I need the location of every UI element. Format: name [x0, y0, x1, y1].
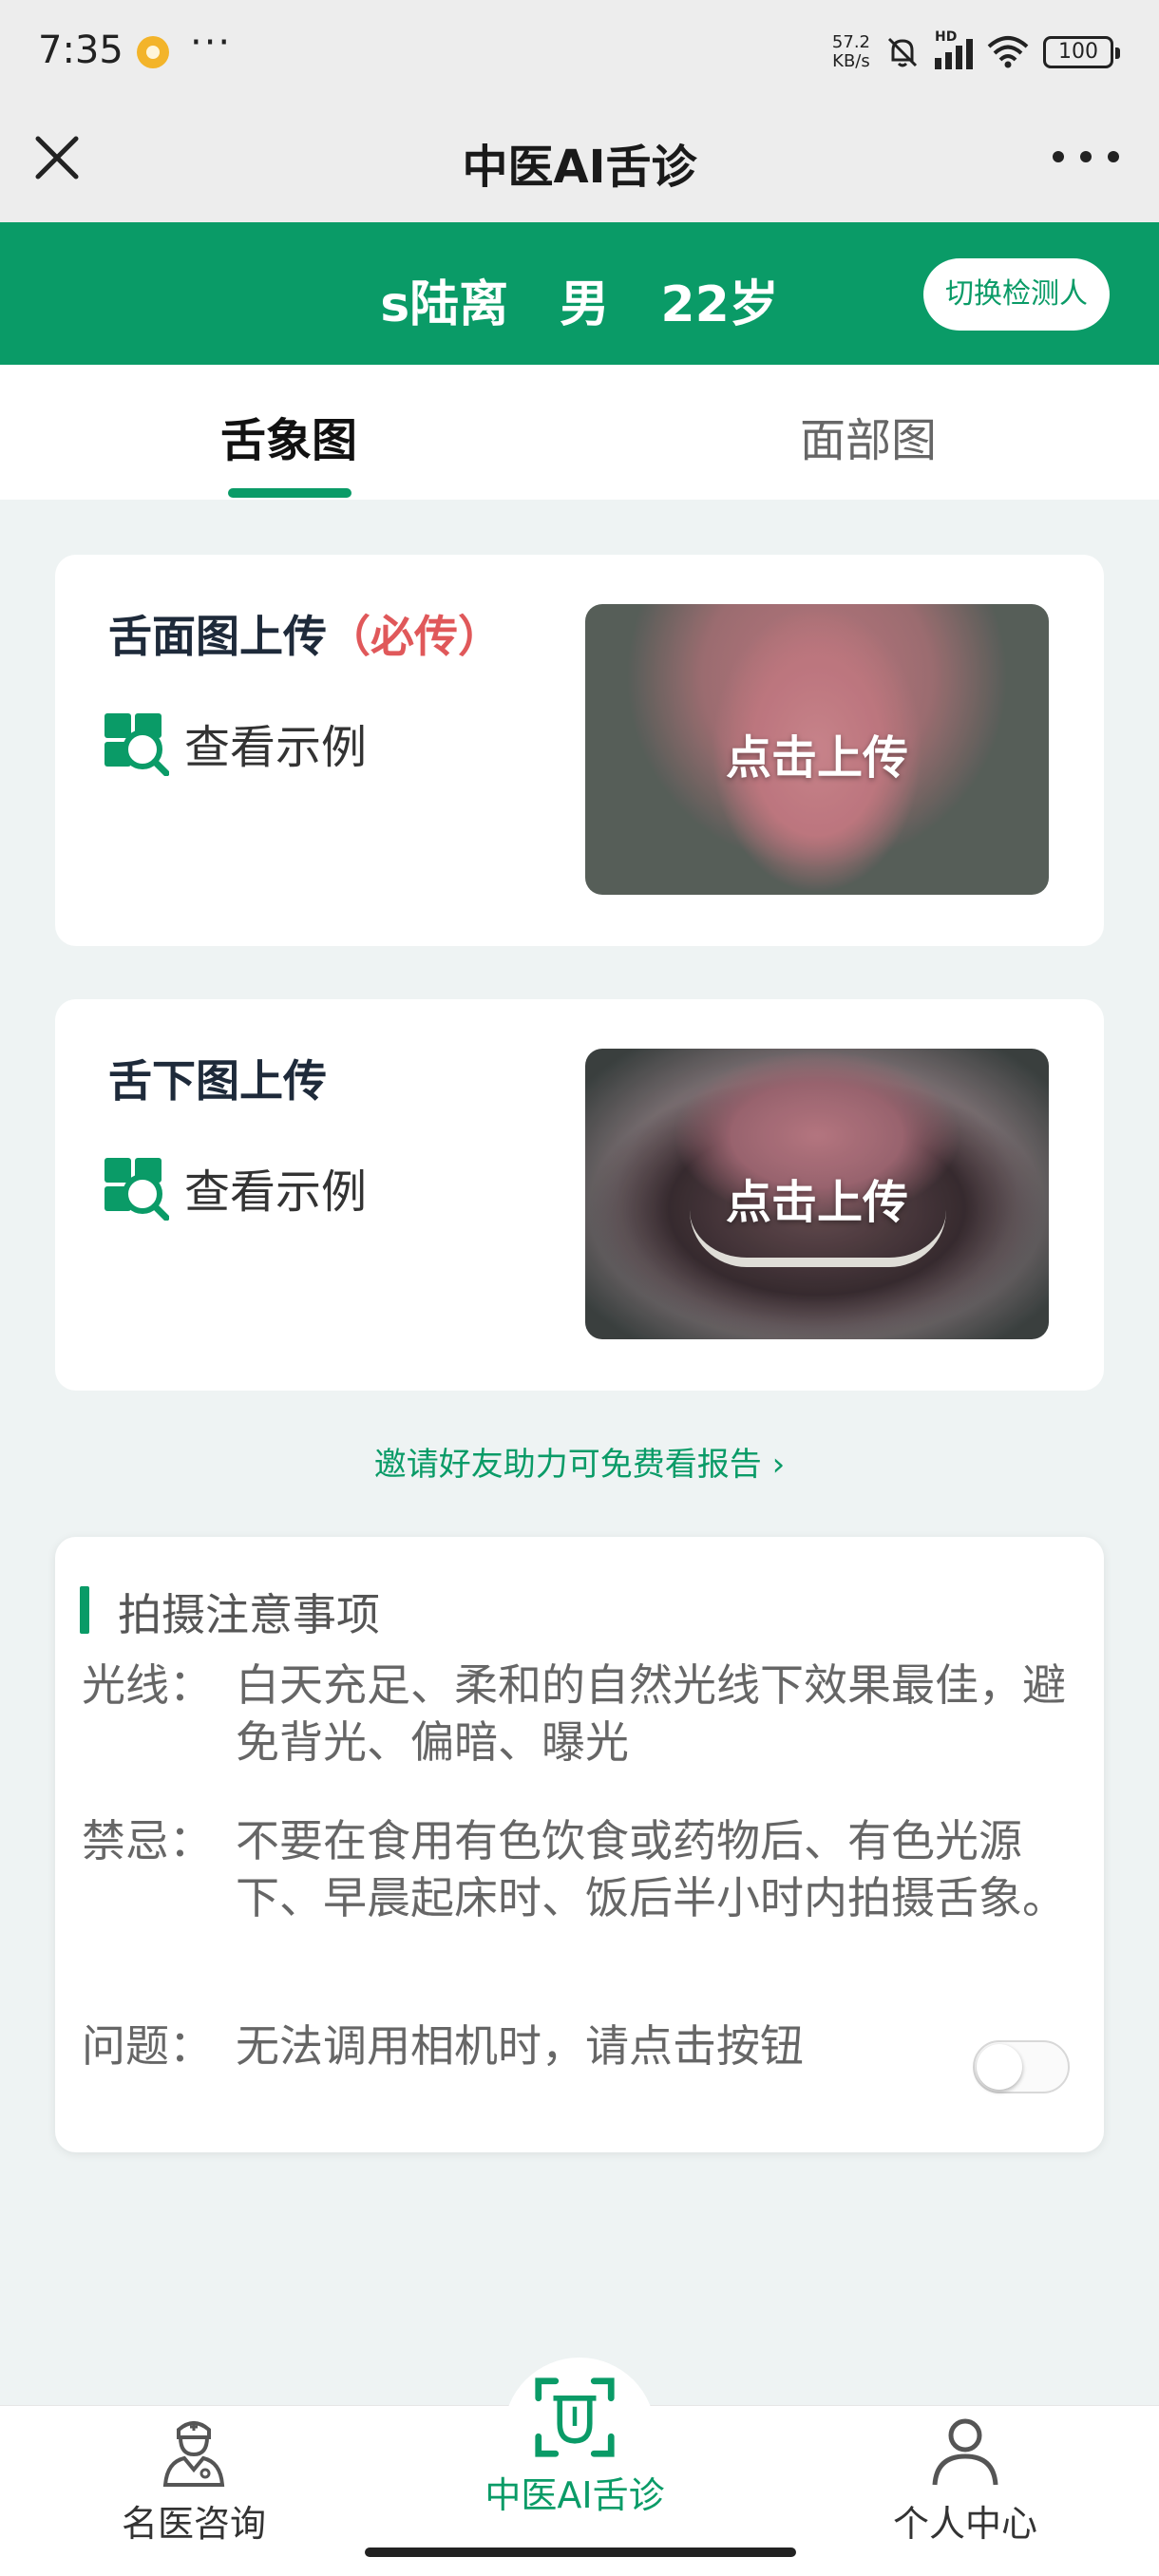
more-notifications-icon: ··· — [190, 21, 233, 65]
network-speed-unit: KB/s — [832, 51, 870, 71]
tongue-surface-upload-button[interactable]: 点击上传 — [585, 604, 1049, 895]
view-example-label: 查看示例 — [184, 1165, 368, 1219]
note-text: 无法调用相机时，请点击按钮 — [236, 2020, 804, 2072]
mute-bell-icon — [887, 37, 918, 67]
switch-patient-button[interactable]: 切换检测人 — [923, 258, 1110, 331]
cellular-signal-icon: HD — [935, 29, 973, 69]
nav-bar: 中医AI舌诊 — [0, 104, 1159, 222]
status-indicators: 57.2 KB/s HD 100 — [832, 25, 1120, 80]
shooting-notes-card: 拍摄注意事项 光线： 白天充足、柔和的自然光线下效果最佳，避免背光、偏暗、曝光 … — [55, 1537, 1104, 2152]
tab-tongue-image[interactable]: 舌象图 — [146, 403, 431, 469]
tongue-scan-icon — [535, 2377, 615, 2457]
tongue-surface-upload-card: 舌面图上传（必传） 查看示例 点击上传 — [55, 555, 1104, 946]
card-title-text: 舌面图上传 — [108, 611, 327, 662]
view-example-link[interactable]: 查看示例 — [103, 1151, 367, 1223]
under-tongue-upload-card: 舌下图上传 查看示例 点击上传 — [55, 999, 1104, 1391]
bottom-nav-label: 名医咨询 — [121, 2503, 266, 2545]
home-indicator[interactable] — [365, 2548, 796, 2557]
invite-friends-link[interactable]: 邀请好友助力可免费看报告 › — [0, 1438, 1159, 1485]
coin-notification-icon — [137, 36, 169, 68]
network-speed-value: 57.2 — [831, 32, 870, 52]
doctor-icon — [162, 2421, 225, 2487]
bottom-nav-doctor-consult[interactable]: 名医咨询 — [70, 2413, 317, 2547]
card-title: 舌面图上传（必传） — [108, 602, 502, 665]
status-time: 7:35 — [38, 28, 124, 72]
patient-name: s陆离 — [380, 276, 509, 333]
active-tab-indicator — [228, 488, 352, 498]
view-example-link[interactable]: 查看示例 — [103, 707, 367, 779]
status-bar: 7:35 ··· 57.2 KB/s HD 100 — [0, 0, 1159, 104]
tab-face-image[interactable]: 面部图 — [726, 403, 1011, 469]
under-tongue-upload-button[interactable]: 点击上传 — [585, 1049, 1049, 1339]
card-title: 舌下图上传 — [108, 1055, 327, 1107]
note-text: 不要在食用有色饮食或药物后、有色光源下、早晨起床时、饭后半小时内拍摄舌象。 — [236, 1815, 1066, 1923]
patient-header: s陆离 男 22岁 切换检测人 — [0, 222, 1159, 365]
patient-age: 22岁 — [660, 276, 779, 333]
patient-gender: 男 — [560, 276, 610, 333]
upload-label: 点击上传 — [725, 1176, 908, 1229]
bottom-nav-label: 个人中心 — [892, 2503, 1037, 2545]
wifi-icon — [987, 36, 1029, 68]
network-speed: 57.2 KB/s — [832, 33, 870, 71]
magnifier-example-icon — [104, 1158, 169, 1221]
notes-title: 拍摄注意事项 — [118, 1589, 380, 1640]
note-label: 问题： — [82, 2020, 213, 2072]
magnifier-example-icon — [104, 713, 169, 776]
battery-icon: 100 — [1043, 36, 1120, 68]
bottom-nav-label: 中医AI舌诊 — [484, 2474, 665, 2516]
note-text: 白天充足、柔和的自然光线下效果最佳，避免背光、偏暗、曝光 — [236, 1659, 1066, 1768]
hd-tag: HD — [935, 29, 958, 45]
note-label: 禁忌： — [82, 1815, 213, 1866]
view-example-label: 查看示例 — [184, 721, 368, 774]
page-title: 中医AI舌诊 — [462, 141, 697, 194]
tab-bar: 舌象图 面部图 — [0, 365, 1159, 500]
camera-fallback-toggle[interactable] — [973, 2040, 1070, 2093]
bottom-nav-personal-center[interactable]: 个人中心 — [842, 2413, 1089, 2547]
more-options-icon[interactable] — [1053, 133, 1119, 180]
required-tag: （必传） — [327, 611, 502, 662]
note-label: 光线： — [82, 1659, 213, 1711]
upload-label: 点击上传 — [725, 731, 908, 785]
notes-title-accent — [80, 1586, 89, 1634]
bottom-nav-ai-tongue[interactable]: 中医AI舌诊 — [451, 2375, 698, 2518]
person-icon — [932, 2418, 998, 2486]
